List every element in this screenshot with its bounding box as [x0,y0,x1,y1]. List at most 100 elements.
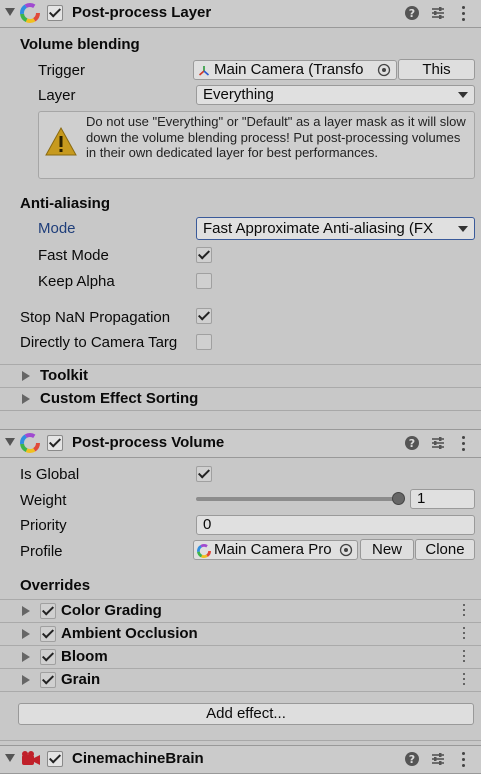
context-menu-icon[interactable] [462,436,466,454]
foldout-arrow-icon[interactable] [5,438,15,446]
context-menu-icon[interactable] [462,6,466,24]
context-menu-icon[interactable] [463,604,467,619]
cinemachine-brain-header[interactable]: CinemachineBrain ? [0,745,481,774]
component-title: CinemachineBrain [72,750,204,767]
add-effect-button[interactable]: Add effect... [18,703,474,725]
custom-effect-sorting-foldout[interactable]: Custom Effect Sorting [0,387,481,410]
directly-to-camera-label: Directly to Camera Targ [20,334,178,351]
directly-to-camera-checkbox[interactable] [196,334,212,350]
new-profile-button[interactable]: New [360,539,414,560]
chevron-down-icon [458,92,468,98]
is-global-label: Is Global [20,466,80,483]
divider [0,740,481,741]
override-item-bloom[interactable]: Bloom [0,645,481,668]
chevron-down-icon [458,226,468,232]
warning-icon [45,126,77,156]
help-icon[interactable]: ? [404,751,420,767]
stop-nan-checkbox[interactable] [196,308,212,324]
cinemachine-brain-icon [22,751,40,765]
foldout-arrow-icon [22,394,30,404]
priority-value: 0 [203,516,212,533]
mode-value: Fast Approximate Anti-aliasing (FX [203,220,434,237]
preset-sliders-icon[interactable] [430,5,446,21]
trigger-label: Trigger [38,62,85,79]
antialiasing-mode-dropdown[interactable]: Fast Approximate Anti-aliasing (FX [196,217,475,240]
volume-blending-heading: Volume blending [20,36,140,53]
object-picker-icon[interactable] [377,63,391,77]
divider [0,410,481,411]
fast-mode-checkbox[interactable] [196,247,212,263]
override-item-grain[interactable]: Grain [0,668,481,692]
foldout-arrow-icon[interactable] [5,754,15,762]
foldout-arrow-icon [22,371,30,381]
override-enabled-checkbox[interactable] [40,649,56,665]
help-icon[interactable]: ? [404,5,420,21]
preset-sliders-icon[interactable] [430,751,446,767]
component-title: Post-process Volume [72,434,225,451]
this-button[interactable]: This [398,59,475,80]
context-menu-icon[interactable] [463,650,467,665]
profile-label: Profile [20,543,63,560]
profile-object-field[interactable]: Main Camera Pro [193,540,358,560]
keep-alpha-checkbox[interactable] [196,273,212,289]
override-label: Bloom [61,648,108,665]
stop-nan-label: Stop NaN Propagation [20,309,171,326]
override-item-ambient-occlusion[interactable]: Ambient Occlusion [0,622,481,645]
override-enabled-checkbox[interactable] [40,626,56,642]
override-label: Grain [61,671,101,688]
postprocess-volume-header[interactable]: Post-process Volume ? [0,429,481,458]
override-enabled-checkbox[interactable] [40,672,56,688]
trigger-object-field[interactable]: Main Camera (Transfo [193,60,397,80]
postprocess-profile-icon [197,544,211,558]
svg-text:?: ? [409,437,415,450]
override-item-color-grading[interactable]: Color Grading [0,599,481,622]
warning-helpbox: Do not use "Everything" or "Default" as … [38,111,475,179]
postprocess-component-icon [20,433,40,453]
component-title: Post-process Layer [72,4,212,21]
postprocess-volume-enabled-checkbox[interactable] [47,435,63,451]
override-enabled-checkbox[interactable] [40,603,56,619]
toolkit-label: Toolkit [40,367,89,384]
override-label: Color Grading [61,602,162,619]
preset-sliders-icon[interactable] [430,435,446,451]
priority-input[interactable]: 0 [196,515,475,535]
overrides-heading: Overrides [20,577,91,594]
help-icon[interactable]: ? [404,435,420,451]
foldout-arrow-icon [22,629,30,639]
layer-label: Layer [38,87,76,104]
toolkit-foldout[interactable]: Toolkit [0,364,481,387]
warning-text: Do not use "Everything" or "Default" as … [86,114,466,160]
custom-effect-sorting-label: Custom Effect Sorting [40,390,199,407]
mode-label: Mode [38,220,76,237]
object-picker-icon[interactable] [339,543,353,557]
foldout-arrow-icon [22,606,30,616]
is-global-checkbox[interactable] [196,466,212,482]
transform-icon [198,66,210,76]
context-menu-icon[interactable] [463,673,467,688]
cinemachine-brain-enabled-checkbox[interactable] [47,751,63,767]
postprocess-component-icon [20,3,40,23]
profile-value: Main Camera Pro [214,541,332,558]
weight-slider-track[interactable] [196,497,399,501]
context-menu-icon[interactable] [463,627,467,642]
trigger-value: Main Camera (Transfo [214,61,364,78]
svg-text:?: ? [409,7,415,20]
priority-label: Priority [20,517,67,534]
anti-aliasing-heading: Anti-aliasing [20,195,111,212]
layer-mask-dropdown[interactable]: Everything [196,85,475,105]
foldout-arrow-icon [22,675,30,685]
foldout-arrow-icon[interactable] [5,8,15,16]
foldout-arrow-icon [22,652,30,662]
fast-mode-label: Fast Mode [38,247,109,264]
weight-slider-thumb[interactable] [392,492,405,505]
svg-text:?: ? [409,753,415,766]
postprocess-layer-header[interactable]: Post-process Layer ? [0,0,481,28]
weight-input[interactable]: 1 [410,489,475,509]
override-label: Ambient Occlusion [61,625,198,642]
postprocess-layer-enabled-checkbox[interactable] [47,5,63,21]
clone-profile-button[interactable]: Clone [415,539,475,560]
context-menu-icon[interactable] [462,752,466,770]
keep-alpha-label: Keep Alpha [38,273,115,290]
weight-value: 1 [417,490,426,507]
layer-value: Everything [203,86,274,103]
